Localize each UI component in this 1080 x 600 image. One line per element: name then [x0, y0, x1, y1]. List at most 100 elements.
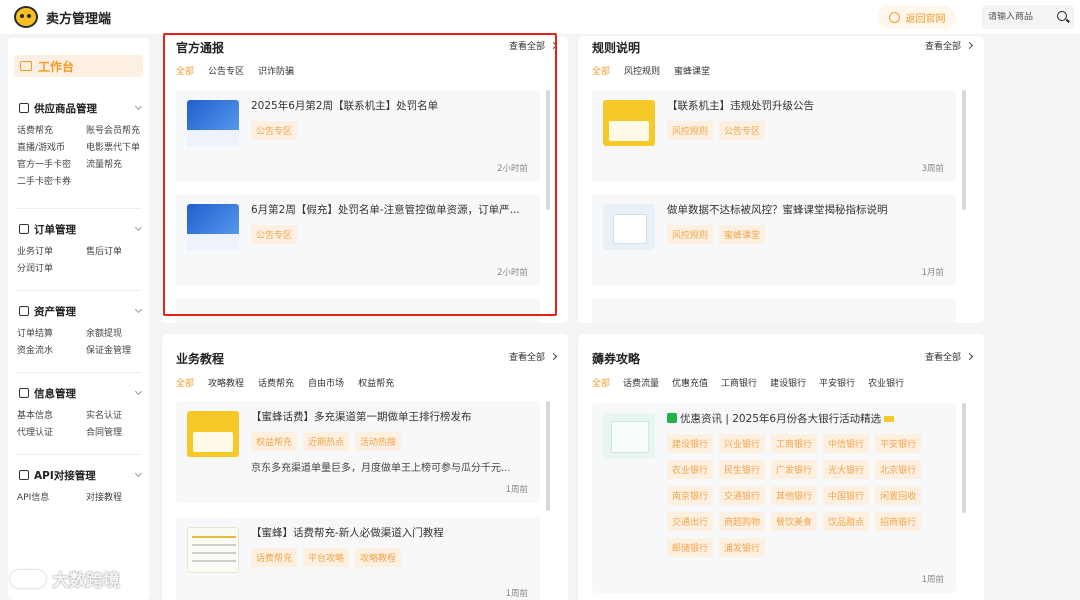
- list-item[interactable]: 2025年6月第2周【联系机主】处罚名单 公告专区 2小时前: [176, 90, 540, 182]
- tab-free-market[interactable]: 自由市场: [308, 376, 344, 389]
- view-all-link[interactable]: 查看全部: [509, 350, 558, 363]
- sidebar-item[interactable]: 基本信息: [17, 408, 86, 421]
- tag[interactable]: 交通出行: [667, 512, 714, 531]
- tag[interactable]: 闲置回收: [875, 486, 922, 505]
- tag[interactable]: 近期热点: [303, 432, 350, 451]
- sidebar-group-header[interactable]: 信息管理: [8, 384, 149, 402]
- sidebar-item[interactable]: 分润订单: [17, 261, 86, 274]
- tag[interactable]: 活动热搜: [355, 432, 402, 451]
- tab-risk-rules[interactable]: 风控规则: [624, 64, 660, 77]
- workbench-icon: [20, 61, 32, 71]
- view-all-link[interactable]: 查看全部: [509, 39, 558, 52]
- tag[interactable]: 邮储银行: [667, 538, 714, 557]
- tag[interactable]: 公告专区: [251, 121, 298, 140]
- tab-abc[interactable]: 农业银行: [868, 376, 904, 389]
- back-to-site-button[interactable]: 返回官网: [878, 5, 956, 29]
- sidebar-item[interactable]: 订单结算: [17, 326, 86, 339]
- list-item[interactable]: [176, 298, 540, 323]
- tag[interactable]: 饮品甜点: [823, 512, 870, 531]
- tag[interactable]: 攻略教程: [355, 548, 402, 567]
- sidebar-item[interactable]: 资金流水: [17, 343, 86, 356]
- sidebar-item[interactable]: 代理认证: [17, 425, 86, 438]
- sidebar-item[interactable]: API信息: [17, 490, 86, 503]
- tab-all[interactable]: 全部: [176, 64, 194, 77]
- sidebar-group-header[interactable]: API对接管理: [8, 466, 149, 484]
- tab-all[interactable]: 全部: [176, 376, 194, 389]
- sidebar-item-workbench[interactable]: 工作台: [14, 55, 143, 77]
- tag[interactable]: 风控规则: [667, 121, 714, 140]
- tag[interactable]: 公告专区: [251, 225, 298, 244]
- tag[interactable]: 中国银行: [823, 486, 870, 505]
- tag[interactable]: 兴业银行: [719, 434, 766, 453]
- tag[interactable]: 公告专区: [719, 121, 766, 140]
- list-item[interactable]: 优惠资讯 | 2025年6月份各大银行活动精选 建设银行 兴业银行 工商银行 中…: [592, 403, 956, 593]
- sidebar-item[interactable]: 流量帮充: [86, 157, 146, 170]
- sidebar-item[interactable]: 业务订单: [17, 244, 86, 257]
- scrollbar[interactable]: [962, 90, 966, 210]
- sidebar-item[interactable]: 售后订单: [86, 244, 146, 257]
- list-item[interactable]: 【联系机主】违规处罚升级公告 风控规则 公告专区 3周前: [592, 90, 956, 182]
- tab-all[interactable]: 全部: [592, 376, 610, 389]
- tag[interactable]: 中信银行: [823, 434, 870, 453]
- tag[interactable]: 工商银行: [771, 434, 818, 453]
- sidebar-item[interactable]: 实名认证: [86, 408, 146, 421]
- search-input[interactable]: [988, 12, 1052, 22]
- sidebar-item[interactable]: 话费帮充: [17, 123, 86, 136]
- tag[interactable]: 蜜蜂课堂: [719, 225, 766, 244]
- list-item[interactable]: 6月第2周【假充】处罚名单-注意管控做单资源，订单严... 公告专区 2小时前: [176, 194, 540, 286]
- sidebar-item[interactable]: 余额提现: [86, 326, 146, 339]
- view-all-link[interactable]: 查看全部: [925, 350, 974, 363]
- tag[interactable]: 商超购物: [719, 512, 766, 531]
- sidebar-item[interactable]: 直播/游戏币: [17, 140, 86, 153]
- tag[interactable]: 其他银行: [771, 486, 818, 505]
- list-item[interactable]: 【蜜蜂话费】多充渠道第一期做单王排行榜发布 权益帮充 近期热点 活动热搜 京东多…: [176, 401, 540, 503]
- tag[interactable]: 光大银行: [823, 460, 870, 479]
- tag[interactable]: 广发银行: [771, 460, 818, 479]
- tab-icbc[interactable]: 工商银行: [721, 376, 757, 389]
- tab-all[interactable]: 全部: [592, 64, 610, 77]
- tab-anti-fraud[interactable]: 识诈防骗: [258, 64, 294, 77]
- tag[interactable]: 交通银行: [719, 486, 766, 505]
- sidebar-item[interactable]: 对接教程: [86, 490, 146, 503]
- tab-announcements[interactable]: 公告专区: [208, 64, 244, 77]
- tag[interactable]: 南京银行: [667, 486, 714, 505]
- tab-guides[interactable]: 攻略教程: [208, 376, 244, 389]
- sidebar-group-header[interactable]: 供应商品管理: [8, 99, 149, 117]
- sidebar-item[interactable]: 账号会员帮充: [86, 123, 146, 136]
- tag[interactable]: 话费帮充: [251, 548, 298, 567]
- tag[interactable]: 建设银行: [667, 434, 714, 453]
- tag[interactable]: 民生银行: [719, 460, 766, 479]
- scrollbar[interactable]: [546, 401, 550, 511]
- list-item[interactable]: 【蜜蜂】话费帮充-新人必做渠道入门教程 话费帮充 平台攻略 攻略教程 1周前: [176, 517, 540, 600]
- list-item[interactable]: [592, 298, 956, 323]
- tag[interactable]: 权益帮充: [251, 432, 298, 451]
- sidebar-group-header[interactable]: 订单管理: [8, 220, 149, 238]
- scrollbar[interactable]: [962, 403, 966, 513]
- tag[interactable]: 北京银行: [875, 460, 922, 479]
- tag[interactable]: 农业银行: [667, 460, 714, 479]
- tag[interactable]: 风控规则: [667, 225, 714, 244]
- sidebar-item[interactable]: 保证金管理: [86, 343, 146, 356]
- tab-ccb[interactable]: 建设银行: [770, 376, 806, 389]
- list-item[interactable]: 做单数据不达标被风控？蜜蜂课堂揭秘指标说明 风控规则 蜜蜂课堂 1月前: [592, 194, 956, 286]
- tab-bee-class[interactable]: 蜜蜂课堂: [674, 64, 710, 77]
- tab-pingan[interactable]: 平安银行: [819, 376, 855, 389]
- search-icon[interactable]: [1057, 11, 1067, 21]
- view-all-link[interactable]: 查看全部: [925, 39, 974, 52]
- tag[interactable]: 餐饮美食: [771, 512, 818, 531]
- tab-phone-recharge[interactable]: 话费帮充: [258, 376, 294, 389]
- sidebar-item[interactable]: 二手卡密卡券: [17, 174, 86, 187]
- tag[interactable]: 招商银行: [875, 512, 922, 531]
- tab-phone-data[interactable]: 话费流量: [623, 376, 659, 389]
- sidebar-item[interactable]: 官方一手卡密: [17, 157, 86, 170]
- promo-badge-icon: [884, 416, 895, 422]
- tab-discount-recharge[interactable]: 优惠充值: [672, 376, 708, 389]
- tab-benefits[interactable]: 权益帮充: [358, 376, 394, 389]
- tag[interactable]: 平安银行: [875, 434, 922, 453]
- sidebar-item[interactable]: 电影票代下单: [86, 140, 146, 153]
- tag[interactable]: 平台攻略: [303, 548, 350, 567]
- tag[interactable]: 浦发银行: [719, 538, 766, 557]
- sidebar-group-header[interactable]: 资产管理: [8, 302, 149, 320]
- scrollbar[interactable]: [546, 90, 550, 210]
- sidebar-item[interactable]: 合同管理: [86, 425, 146, 438]
